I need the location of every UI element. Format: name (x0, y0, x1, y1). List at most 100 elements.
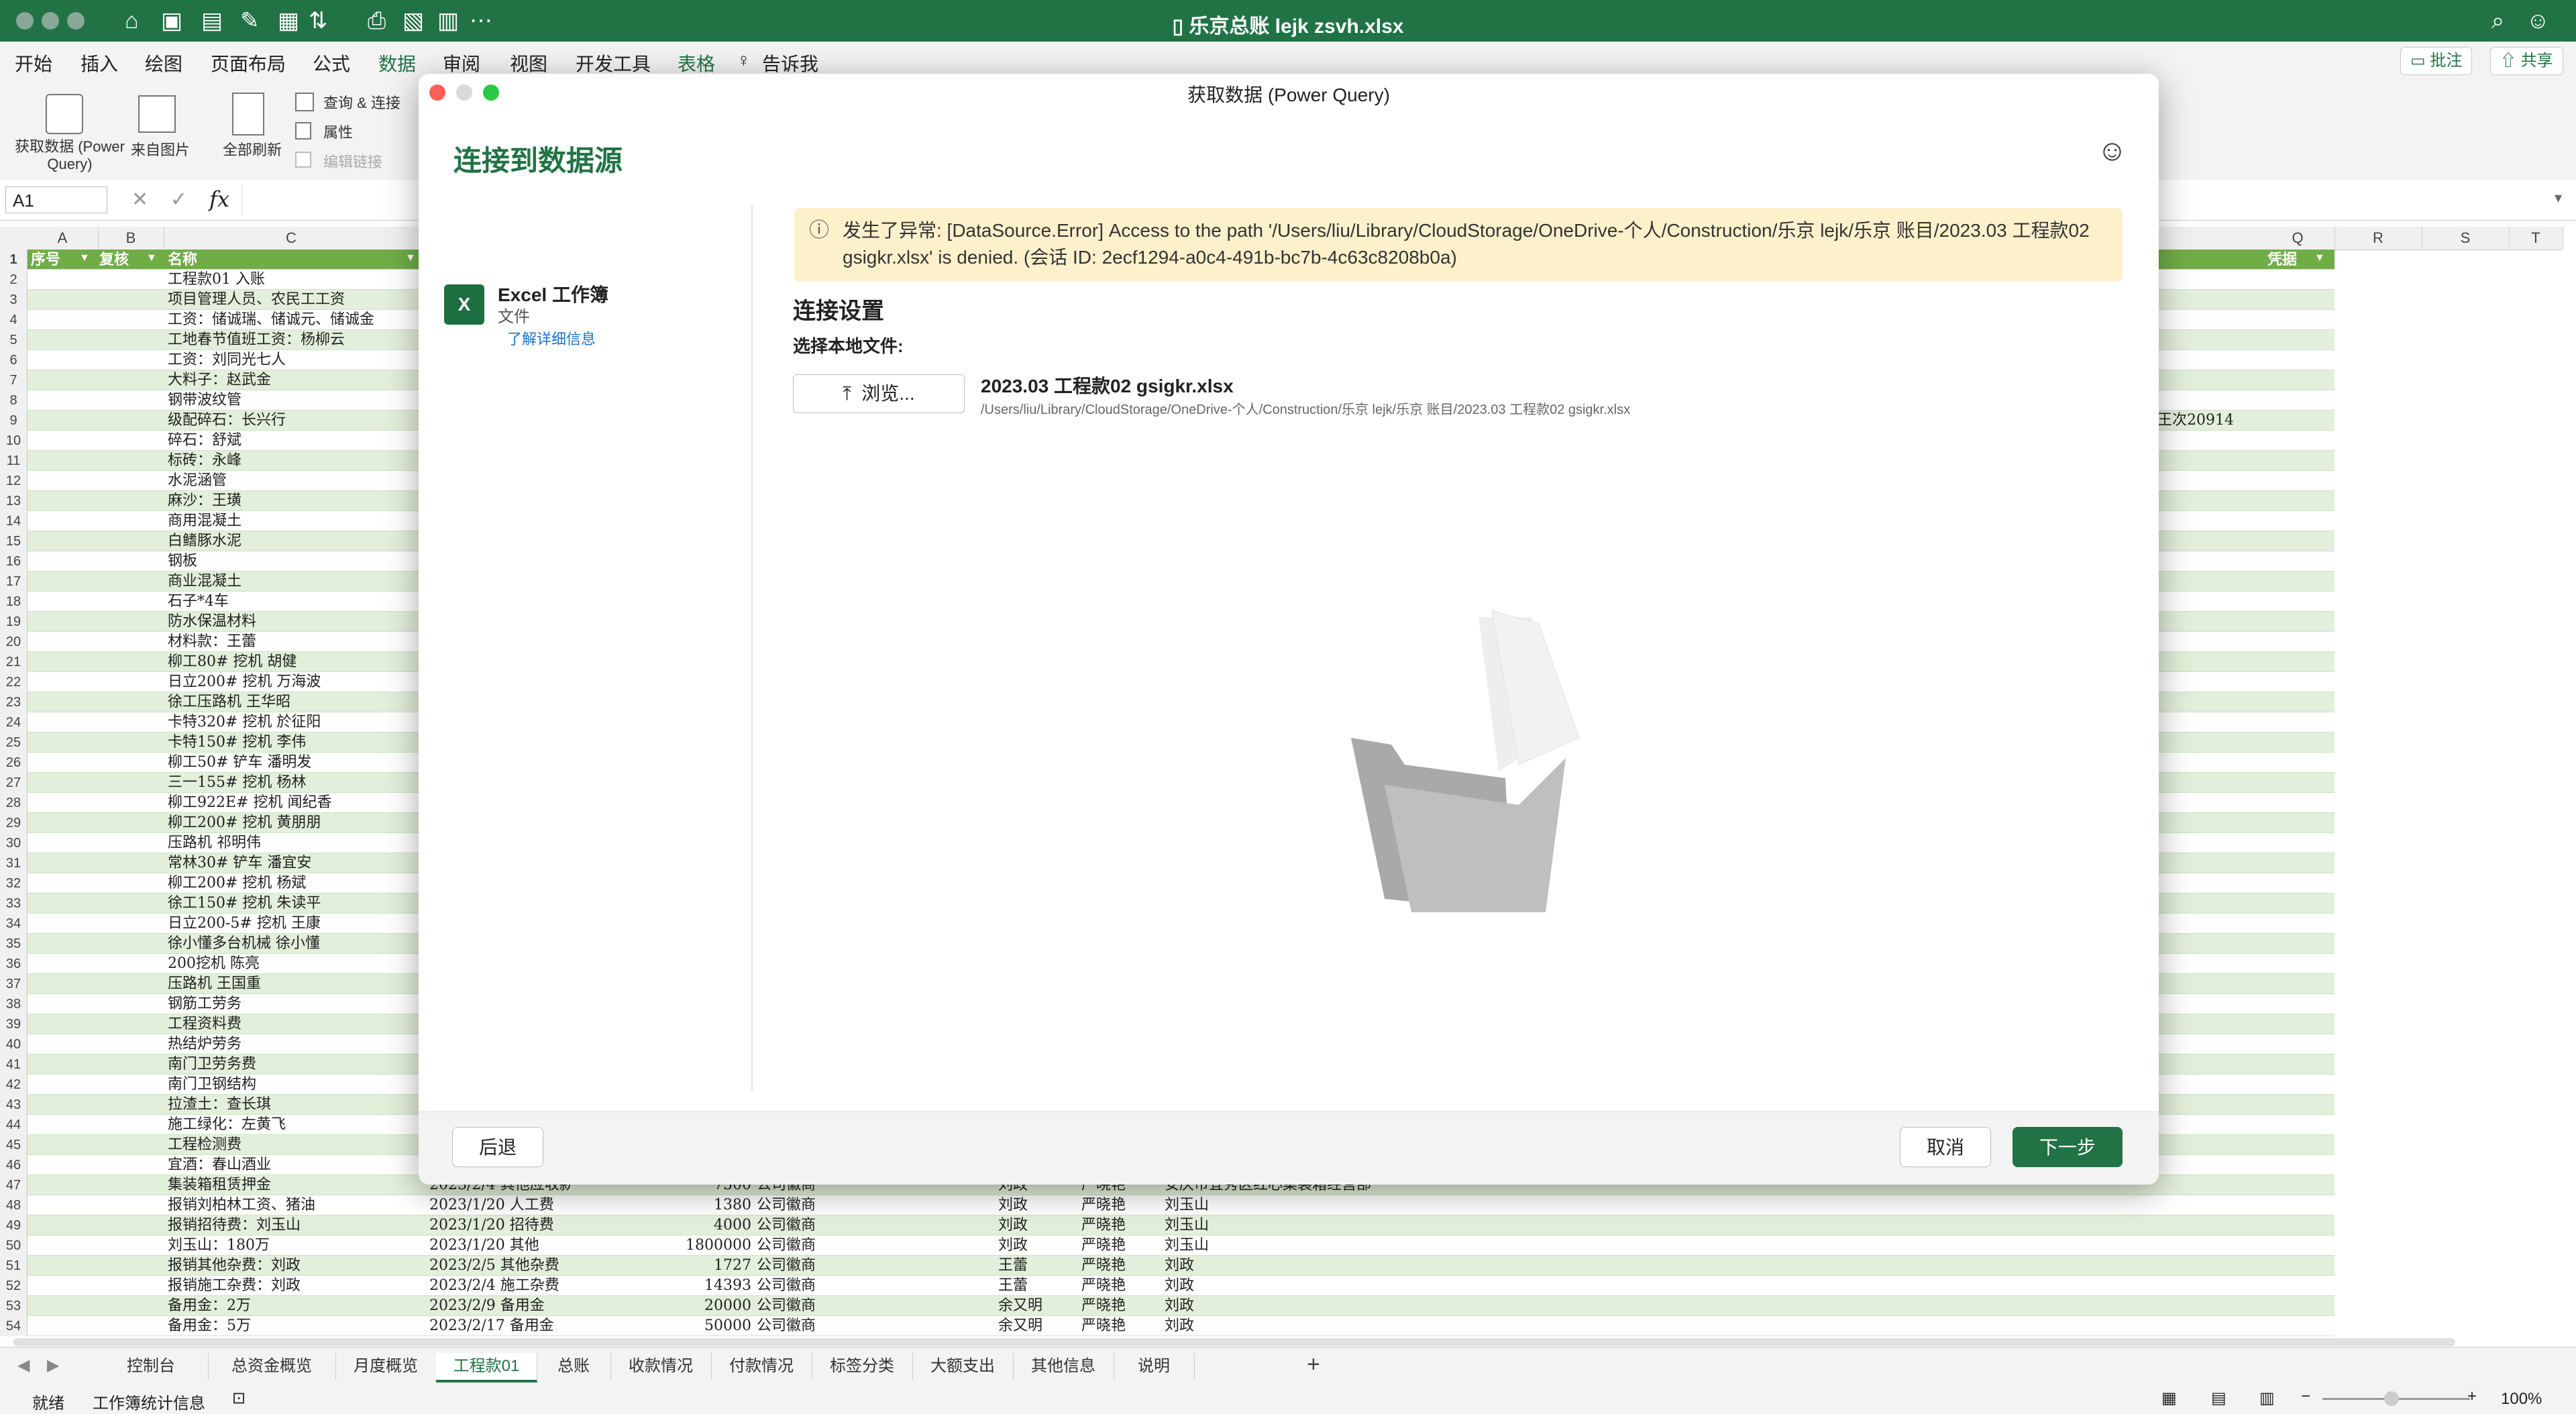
cell-i[interactable]: 刘政 (1165, 1256, 1634, 1276)
cell-e[interactable]: 14393 (610, 1276, 751, 1296)
cell-c[interactable]: 压路机 王国重 (168, 974, 409, 994)
confirm-icon[interactable]: ✓ (170, 188, 187, 211)
row-number[interactable]: 44 (0, 1115, 28, 1135)
share-button[interactable]: ⇧ 共享 (2490, 47, 2563, 75)
page-break-view-icon[interactable]: ▥ (2259, 1389, 2275, 1408)
cell-g[interactable]: 余又明 (998, 1316, 1081, 1336)
cell-c[interactable]: 商用混凝土 (168, 511, 409, 531)
cell-h[interactable]: 严晓艳 (1081, 1276, 1165, 1296)
cell-i[interactable]: 刘政 (1165, 1296, 1634, 1316)
cell-h[interactable]: 严晓艳 (1081, 1256, 1165, 1276)
row-number[interactable]: 30 (0, 833, 28, 853)
cell-h[interactable]: 严晓艳 (1081, 1316, 1165, 1336)
tab-insert[interactable]: 插入 (80, 50, 118, 76)
back-button[interactable]: 后退 (452, 1127, 543, 1167)
row-number[interactable]: 38 (0, 994, 28, 1014)
tell-me[interactable]: 告诉我 (762, 50, 818, 76)
sheet-tab[interactable]: 收款情况 (610, 1353, 712, 1380)
row-number[interactable]: 25 (0, 732, 28, 753)
learn-more-link[interactable]: 了解详细信息 (507, 327, 596, 349)
row-number[interactable]: 33 (0, 893, 28, 914)
cell-c[interactable]: 工地春节值班工资：杨柳云 (168, 330, 409, 350)
row-number[interactable]: 49 (0, 1215, 28, 1236)
workbook-stats[interactable]: 工作簿统计信息 (93, 1390, 205, 1413)
browse-button[interactable]: ⤒ 浏览... (793, 374, 965, 413)
row-number[interactable]: 24 (0, 712, 28, 732)
page-layout-view-icon[interactable]: ▤ (2211, 1389, 2226, 1408)
column-r-header[interactable]: R (2334, 227, 2422, 250)
row-number[interactable]: 19 (0, 612, 28, 632)
row-number[interactable]: 52 (0, 1276, 28, 1296)
cell-f[interactable]: 公司徽商 (757, 1276, 978, 1296)
cell-c[interactable]: 日立200-5# 挖机 王康 (168, 914, 409, 934)
cell-c[interactable]: 防水保温材料 (168, 612, 409, 632)
cell-e[interactable]: 1727 (610, 1256, 751, 1276)
name-box[interactable]: A1 (5, 186, 107, 213)
row-number[interactable]: 53 (0, 1296, 28, 1316)
cell-c[interactable]: 日立200# 挖机 万海波 (168, 672, 409, 692)
cell-c[interactable]: 卡特150# 挖机 李伟 (168, 732, 409, 753)
refresh-all-button[interactable]: 全部刷新 (219, 138, 286, 160)
cell-g[interactable]: 王蕾 (998, 1256, 1081, 1276)
sheet-tab[interactable]: 付款情况 (711, 1353, 812, 1380)
cell-c[interactable]: 三一155# 挖机 杨林 (168, 773, 409, 793)
cell-f[interactable]: 公司徽商 (757, 1215, 978, 1236)
queries-connections-button[interactable]: 查询 & 连接 (323, 91, 400, 113)
row-number[interactable]: 11 (0, 451, 28, 471)
cell-c[interactable]: 石子*4车 (168, 592, 409, 612)
row-number[interactable]: 36 (0, 954, 28, 974)
cell-f[interactable]: 公司徽商 (757, 1236, 978, 1256)
cell-c[interactable]: 徐工压路机 王华昭 (168, 692, 409, 712)
cell-f[interactable]: 公司徽商 (757, 1296, 978, 1316)
row-number[interactable]: 35 (0, 934, 28, 954)
cell-c[interactable]: 钢带波纹管 (168, 390, 409, 411)
next-sheet-icon[interactable]: ▶ (47, 1356, 59, 1375)
from-picture-button[interactable]: 来自图片 (130, 138, 191, 160)
cell-d[interactable]: 2023/1/20 其他 (429, 1236, 570, 1256)
row-number[interactable]: 20 (0, 632, 28, 652)
cell-c[interactable]: 南门卫钢结构 (168, 1075, 409, 1095)
cell-c[interactable]: 标砖：永峰 (168, 451, 409, 471)
row-number[interactable]: 41 (0, 1054, 28, 1075)
cell-c[interactable]: 钢板 (168, 551, 409, 572)
row-number[interactable]: 42 (0, 1075, 28, 1095)
next-button[interactable]: 下一步 (2012, 1127, 2123, 1167)
cell-c[interactable]: 宜酒：春山酒业 (168, 1155, 409, 1175)
row-number[interactable]: 46 (0, 1155, 28, 1175)
row-number[interactable]: 39 (0, 1014, 28, 1034)
cell-c[interactable]: 报销刘柏林工资、猪油 (168, 1195, 409, 1215)
cell-c[interactable]: 报销其他杂费：刘政 (168, 1256, 409, 1276)
cell-e[interactable]: 1380 (610, 1195, 751, 1215)
cell-c[interactable]: 施工绿化：左黄飞 (168, 1115, 409, 1135)
row-number[interactable]: 1 (0, 250, 28, 270)
get-data-button[interactable]: 获取数据 (Power Query) (9, 138, 130, 173)
cancel-button[interactable]: 取消 (1900, 1127, 1991, 1167)
row-number[interactable]: 47 (0, 1175, 28, 1195)
row-number[interactable]: 10 (0, 431, 28, 451)
row-number[interactable]: 6 (0, 350, 28, 370)
cell-c[interactable]: 卡特320# 挖机 於征阳 (168, 712, 409, 732)
cell-c[interactable]: 工程检测费 (168, 1135, 409, 1155)
row-number[interactable]: 28 (0, 793, 28, 813)
row-number[interactable]: 2 (0, 270, 28, 290)
sheet-tab[interactable]: 大额支出 (912, 1353, 1014, 1380)
cell-f[interactable]: 公司徽商 (757, 1256, 978, 1276)
cell-c[interactable]: 工资：储诚瑞、储诚元、储诚金 (168, 310, 409, 330)
picture-icon[interactable] (138, 95, 176, 133)
row-number[interactable]: 45 (0, 1135, 28, 1155)
column-b-header[interactable]: B (98, 227, 164, 250)
cell-c[interactable]: 白鳍豚水泥 (168, 531, 409, 551)
cell-c[interactable]: 柳工922E# 挖机 闻纪香 (168, 793, 409, 813)
comments-button[interactable]: ▭ 批注 (2400, 47, 2473, 75)
header-cell-voucher[interactable]: 凭据 (2267, 250, 2321, 270)
chevron-down-icon[interactable]: ▾ (2555, 189, 2562, 207)
row-number[interactable]: 26 (0, 753, 28, 773)
tab-data[interactable]: 数据 (378, 50, 417, 83)
cell-c[interactable]: 常林30# 铲车 潘宜安 (168, 853, 409, 873)
filter-icon[interactable]: ▼ (405, 252, 416, 264)
function-icon[interactable]: fx (209, 186, 229, 212)
cell-g[interactable]: 王蕾 (998, 1276, 1081, 1296)
database-icon[interactable] (46, 94, 83, 134)
normal-view-icon[interactable]: ▦ (2161, 1389, 2177, 1408)
cell-c[interactable]: 徐小懂多台机械 徐小懂 (168, 934, 409, 954)
